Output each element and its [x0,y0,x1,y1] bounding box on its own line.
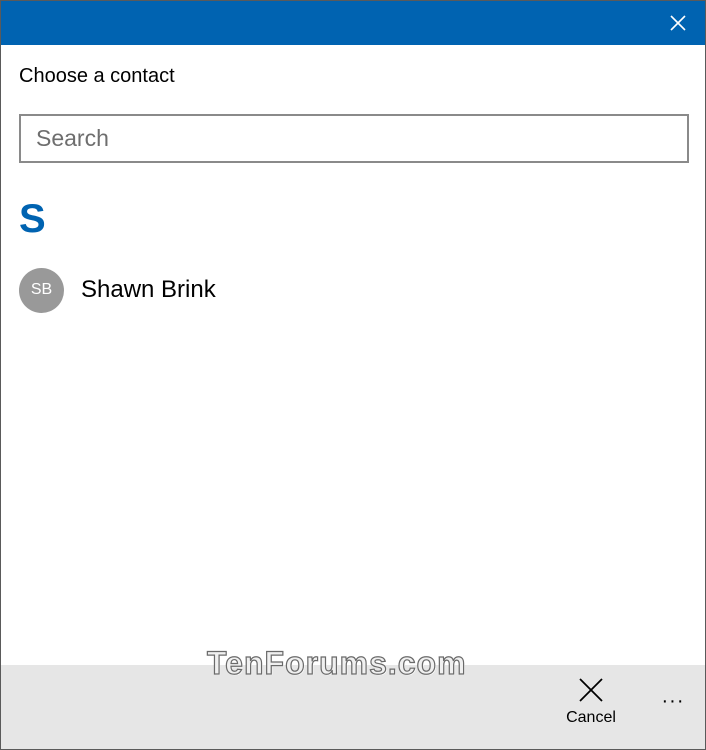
more-options-button[interactable]: ··· [649,681,697,721]
contact-list-item[interactable]: SB Shawn Brink [19,267,689,313]
search-box[interactable] [19,114,689,163]
avatar: SB [19,267,64,313]
group-header-s[interactable]: S [19,194,46,244]
cancel-button[interactable]: Cancel [556,677,626,743]
page-title: Choose a contact [19,65,175,87]
cancel-label: Cancel [566,709,616,726]
contact-name: Shawn Brink [81,276,216,303]
contact-picker-window: Choose a contact S SB Shawn Brink TenFor… [0,0,706,750]
search-input[interactable] [21,116,687,161]
close-icon [670,15,686,31]
close-icon [579,678,603,702]
window-close-button[interactable] [651,1,705,45]
watermark-logo: TenForums.com [206,644,467,681]
title-bar [1,1,705,45]
